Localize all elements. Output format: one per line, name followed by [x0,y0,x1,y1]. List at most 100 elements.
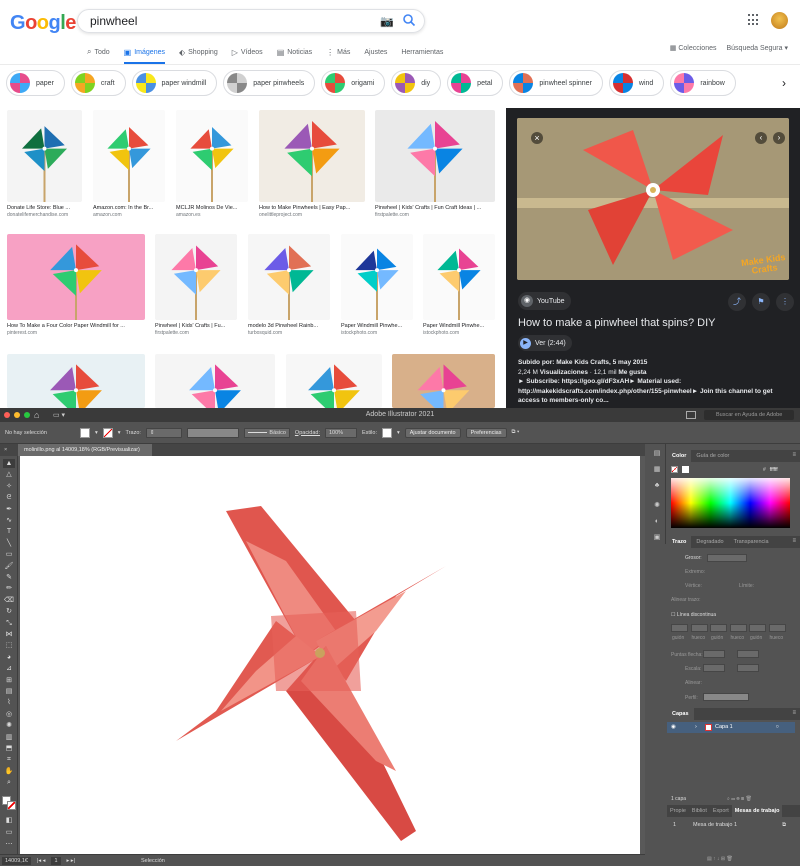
swatches-dock-icon[interactable]: ▦ [653,466,661,474]
camera-icon[interactable]: 📷 [380,15,394,28]
artboard-name[interactable]: Mesa de trabajo 1 [693,820,737,831]
draw-mode-icon[interactable]: ◧ [3,816,15,825]
result-thumbnail[interactable] [7,110,82,202]
result-caption[interactable]: Paper Windmill Pinwhe... [341,323,413,329]
document-tab[interactable]: × molinillo.png al 14009,18% (RGB/Previsu… [4,444,152,456]
result-caption[interactable]: modelo 3d Pinwheel Rainb... [248,323,330,329]
tab-color-guide[interactable]: Guía de color [691,450,734,462]
zoom-tool-icon[interactable]: ⌕ [3,778,15,787]
stroke-swatch[interactable] [102,427,113,438]
eraser-tool-icon[interactable]: ⌫ [3,596,15,605]
stroke-weight-field[interactable]: ⇕ [145,427,182,438]
chip-paper-pinwheels[interactable]: paper pinwheels [223,70,316,96]
dashed-line-checkbox[interactable]: ☐ Línea discontinua [671,612,716,618]
image-result[interactable] [7,354,145,408]
tab-todo[interactable]: ⌕ Todo [87,44,110,60]
hex-value[interactable]: ffffff [770,467,778,473]
rotate-tool-icon[interactable]: ↻ [3,607,15,616]
type-tool-icon[interactable]: T [3,527,15,536]
tab-herramientas[interactable]: Herramientas [401,44,443,60]
perspective-grid-tool-icon[interactable]: ⊿ [3,664,15,673]
slice-tool-icon[interactable]: ⌗ [3,755,15,764]
tab-gradient[interactable]: Degradado [691,536,728,548]
image-result[interactable]: Pinwheel | Kids' Crafts | Fu... firstpale… [155,234,237,336]
artboard-row[interactable]: 1 Mesa de trabajo 1 ⧉ [667,820,800,831]
graphic-styles-dock-icon[interactable]: ▣ [653,534,661,542]
bookmark-icon[interactable]: ⚑ [752,293,770,311]
selection-tool-icon[interactable]: ▲ [3,459,15,468]
chip-petal[interactable]: petal [447,70,504,96]
tab-layers[interactable]: Capas [667,708,694,720]
shape-builder-tool-icon[interactable]: ◕ [3,653,15,662]
brush-field[interactable]: Básico [243,427,290,438]
image-result[interactable]: modelo 3d Pinwheel Rainb... turbosquid.co… [248,234,330,336]
artboard[interactable] [20,456,640,854]
source-badge[interactable]: ◉ YouTube [518,292,571,310]
preview-image[interactable]: × ‹ › Make Kids Crafts [517,118,789,280]
image-result[interactable] [155,354,275,408]
search-input[interactable] [90,14,370,28]
result-thumbnail[interactable] [93,110,165,202]
result-caption[interactable]: Donate Life Store: Blue ... [7,205,82,211]
image-result[interactable]: MCLJR Molinos De Vie... amazon.es [176,110,248,218]
chip-paper-windmill[interactable]: paper windmill [131,70,218,96]
symbols-dock-icon[interactable]: ✺ [653,502,661,510]
mesh-tool-icon[interactable]: ⊞ [3,676,15,685]
brush-dock-icon[interactable]: ♣ [653,482,661,490]
search-box[interactable]: 📷 [77,9,425,33]
color-spectrum[interactable] [671,478,790,528]
tab-stroke[interactable]: Trazo [667,536,692,548]
chip-craft[interactable]: craft [70,70,126,96]
dash-field[interactable] [710,624,727,632]
layer-name[interactable]: Capa 1 [715,722,733,733]
chevron-right-icon[interactable]: › [773,132,785,144]
more-tools-icon[interactable]: ⋯ [3,840,15,849]
fill-color-icon[interactable] [682,466,689,473]
avatar[interactable] [771,12,788,29]
tab-más[interactable]: ⋮ Más [326,44,350,60]
image-result[interactable]: Paper Windmill Pinwhe... istockphoto.com [423,234,495,336]
result-caption[interactable]: How To Make a Four Color Paper Windmill … [7,323,145,329]
tab-export[interactable]: Export [710,805,732,817]
result-thumbnail[interactable] [155,234,237,320]
panel-menu-icon[interactable]: ≡ [792,710,796,716]
tab-shopping[interactable]: ⬖ Shopping [179,44,218,60]
dash-field[interactable] [749,624,766,632]
scale-tool-icon[interactable]: ⤡ [3,619,15,628]
result-thumbnail[interactable] [341,234,413,320]
image-result[interactable]: Amazon.com: In the Br... amazon.com [93,110,165,218]
result-thumbnail[interactable] [392,354,495,408]
search-icon[interactable] [402,13,416,27]
collections-link[interactable]: ▦ Colecciones [670,44,717,52]
result-thumbnail[interactable] [423,234,495,320]
result-thumbnail[interactable] [259,110,365,202]
result-caption[interactable]: Amazon.com: In the Br... [93,205,165,211]
result-caption[interactable]: Pinwheel | Kids' Crafts | Fun Craft Idea… [375,205,495,211]
chip-origami[interactable]: origami [321,70,386,96]
tab-noticias[interactable]: ▤ Noticias [277,44,312,60]
close-tab-icon[interactable]: × [4,444,7,456]
chevron-left-icon[interactable]: ‹ [755,132,767,144]
chip-wind[interactable]: wind [608,70,665,96]
scale-start-field[interactable] [703,664,725,672]
chip-pinwheel-spinner[interactable]: pinwheel spinner [509,70,603,96]
artboard-nav-prev[interactable]: |◂ ◂ [37,858,45,864]
shaper-tool-icon[interactable]: ✎ [3,573,15,582]
scale-end-field[interactable] [737,664,759,672]
result-thumbnail[interactable] [155,354,275,408]
result-caption[interactable]: How to Make Pinwheels | Easy Pap... [259,205,365,211]
workspace-icon[interactable] [686,411,696,419]
result-thumbnail[interactable] [375,110,495,202]
expand-arrow-icon[interactable]: › [695,722,697,733]
weight-field[interactable] [707,554,747,562]
free-transform-tool-icon[interactable]: ⬚ [3,641,15,650]
tab-ajustes[interactable]: Ajustes [364,44,387,60]
image-result[interactable] [392,354,495,408]
paintbrush-tool-icon[interactable]: 🖌 [3,562,15,571]
appearance-dock-icon[interactable]: ◐ [653,518,661,526]
image-result[interactable]: Donate Life Store: Blue ... donatelifemer… [7,110,82,218]
direct-selection-tool-icon[interactable]: △ [3,470,15,479]
rectangle-tool-icon[interactable]: ▭ [3,550,15,559]
preferences-button[interactable]: Preferencias [465,427,507,438]
layers-dock-icon[interactable]: ▤ [653,450,661,458]
